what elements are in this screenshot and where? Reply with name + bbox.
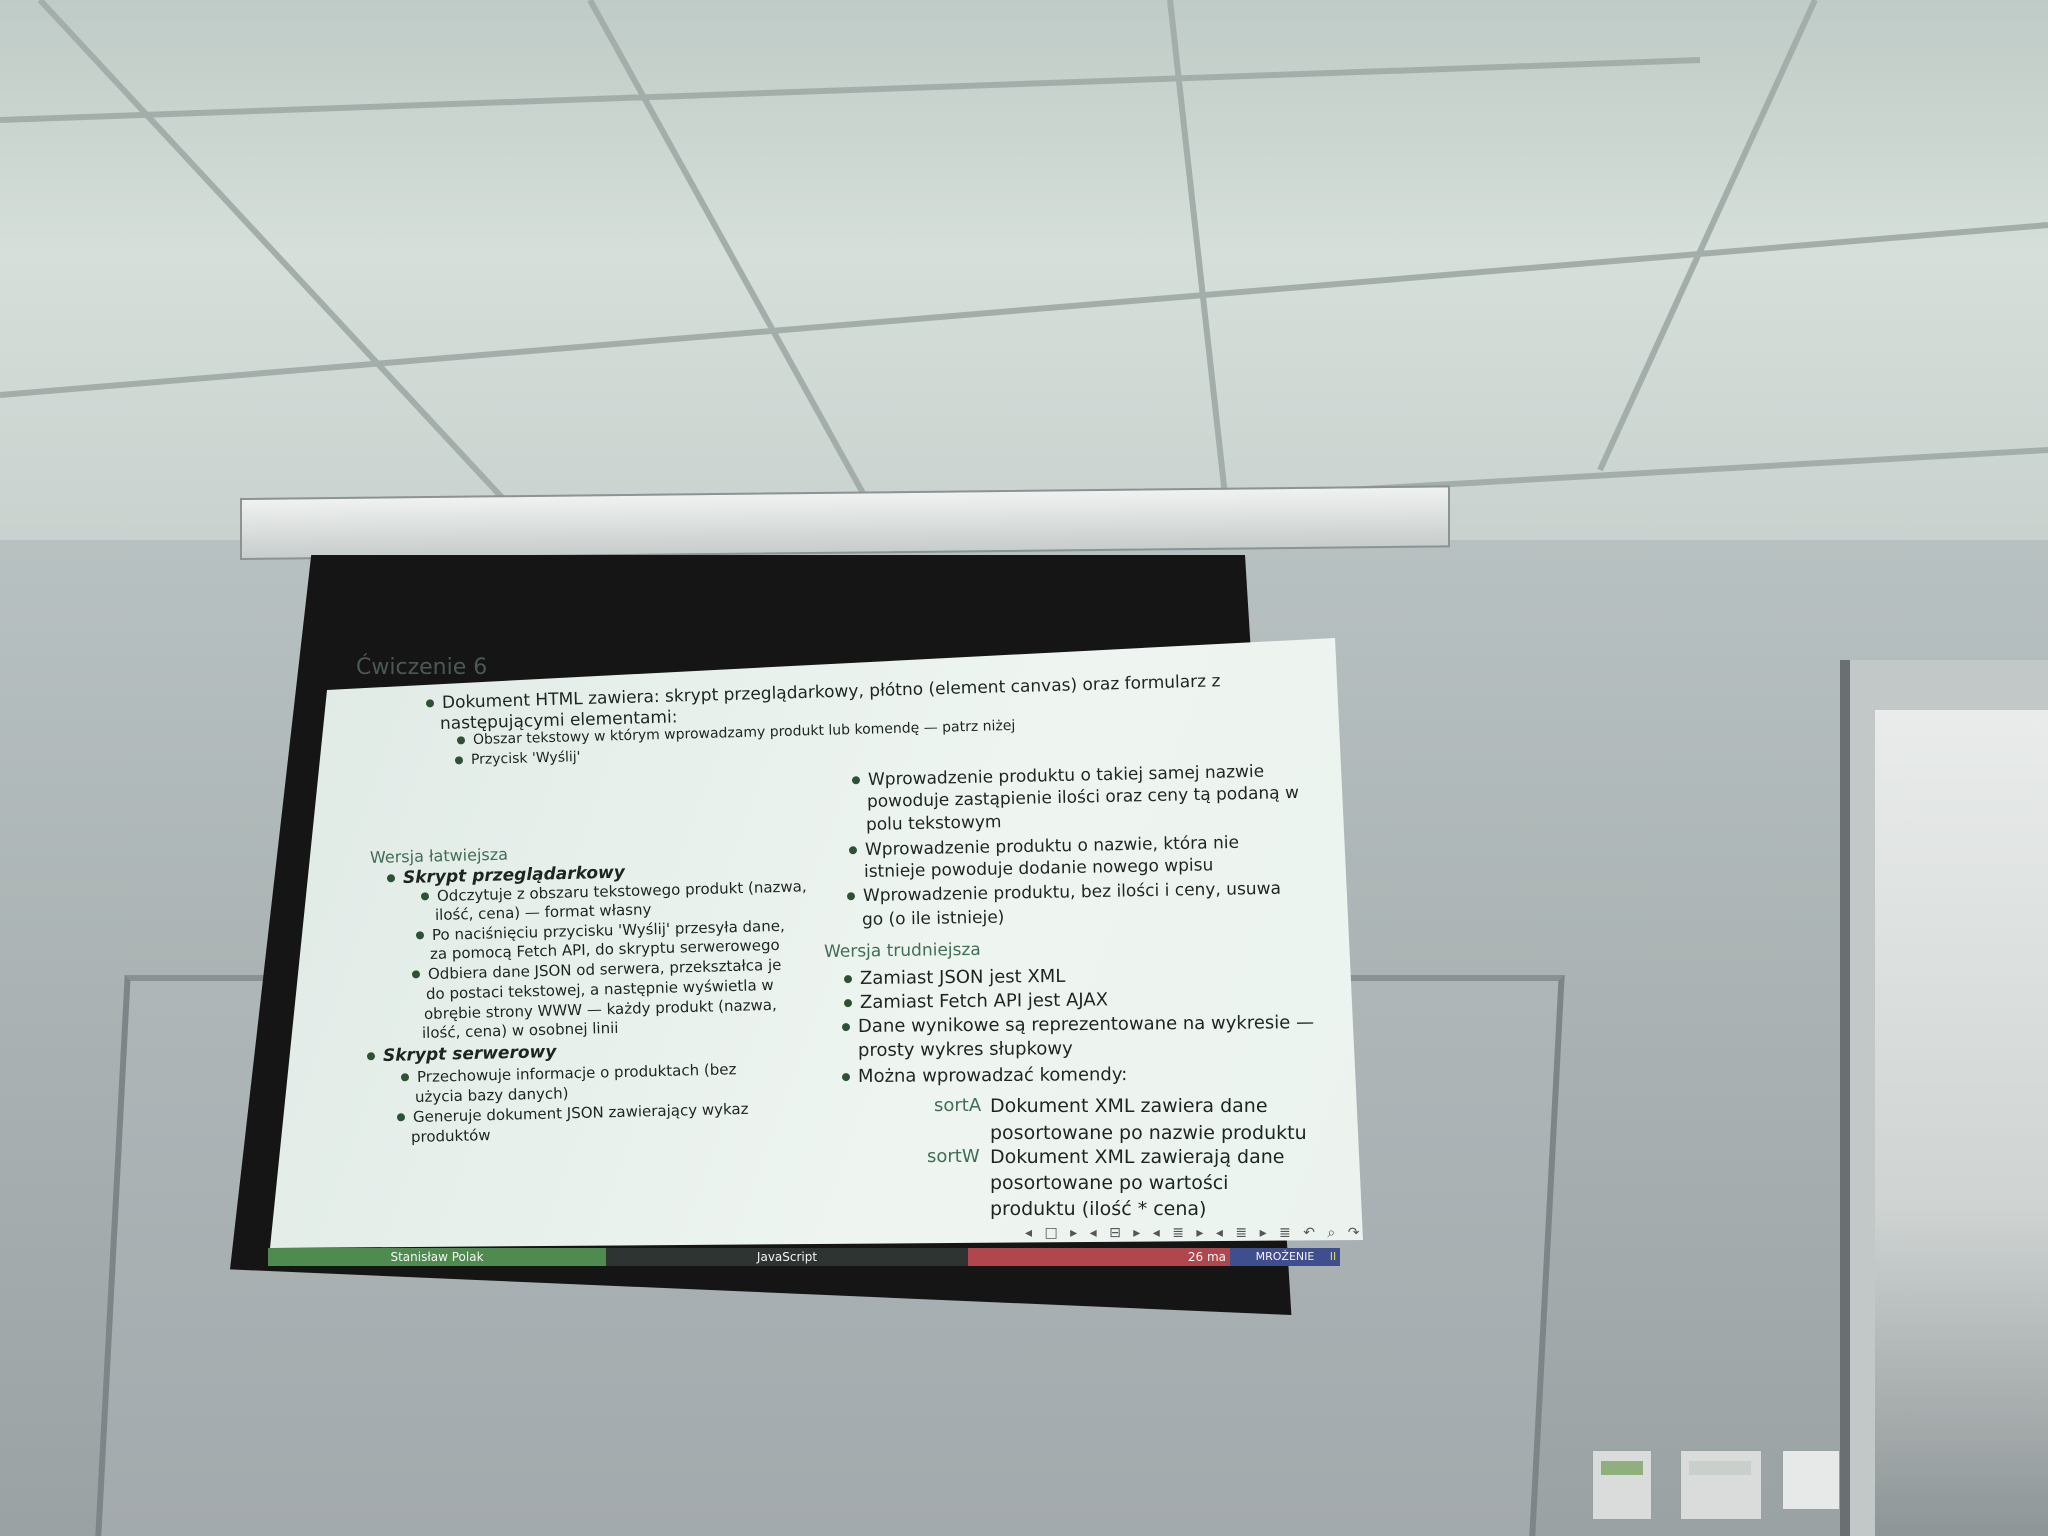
door-opening: [1875, 710, 2048, 1536]
thermostat-display: [1601, 1461, 1643, 1475]
control-panel: [1680, 1450, 1762, 1520]
light-switch[interactable]: [1782, 1450, 1840, 1510]
projector-screen-housing: [240, 485, 1450, 560]
control-display: [1689, 1461, 1751, 1475]
projector-screen-frame: [230, 555, 1292, 1315]
ceiling: [0, 0, 2048, 560]
ceiling-grid: [0, 0, 2048, 560]
thermostat-panel: [1592, 1450, 1652, 1520]
